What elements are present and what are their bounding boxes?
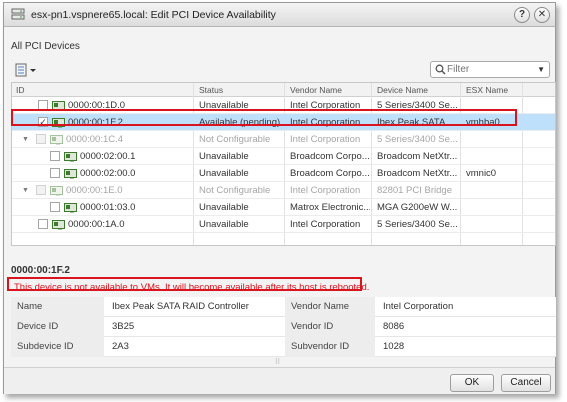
table-row[interactable]: ▼ 0000:00:1C.4 Not Configurable Intel Corp…: [12, 131, 555, 148]
dialog-title: esx-pn1.vspnere65.local: Edit PCI Device…: [31, 9, 276, 21]
property-label: Device ID: [11, 317, 104, 337]
cell-status: Unavailable: [199, 219, 249, 230]
property-value: 3B25: [104, 317, 285, 337]
table-row[interactable]: 0000:02:00.0 Unavailable Broadcom Corpo...…: [12, 165, 555, 182]
cell-status: Unavailable: [199, 151, 249, 162]
edit-pci-dialog: esx-pn1.vspnere65.local: Edit PCI Device…: [3, 2, 556, 394]
passthrough-checkbox[interactable]: [50, 168, 60, 178]
property-value: Intel Corporation: [375, 297, 556, 317]
expand-toggle-icon[interactable]: ▼: [22, 187, 29, 194]
pci-device-icon: [50, 135, 63, 145]
property-value: 2A3: [104, 337, 285, 357]
cell-vendor: Matrox Electronic...: [290, 202, 370, 213]
cell-device: MGA G200eW W...: [377, 202, 458, 213]
table-row[interactable]: ▼ 0000:00:1E.0 Not Configurable Intel Corp…: [12, 182, 555, 199]
col-header-esx[interactable]: ESX Name: [466, 85, 508, 95]
property-value: 1028: [375, 337, 556, 357]
search-icon: [435, 64, 446, 75]
dialog-titlebar[interactable]: esx-pn1.vspnere65.local: Edit PCI Device…: [4, 3, 555, 27]
pci-device-icon: [50, 186, 63, 196]
cell-status: Unavailable: [199, 202, 249, 213]
property-value: 8086: [375, 317, 556, 337]
table-row[interactable]: 0000:01:03.0 Unavailable Matrox Electronic…: [12, 199, 555, 216]
close-button[interactable]: ✕: [534, 7, 550, 23]
help-button[interactable]: ?: [514, 7, 530, 23]
cell-vendor: Intel Corporation: [290, 185, 361, 196]
cell-device: Broadcom NetXtr...: [377, 168, 458, 179]
cancel-button[interactable]: Cancel: [501, 374, 551, 392]
detail-title: 0000:00:1F.2: [11, 265, 70, 276]
device-properties: Name Ibex Peak SATA RAID Controller Vend…: [11, 297, 556, 357]
cell-vendor: Intel Corporation: [290, 134, 361, 145]
table-row[interactable]: 0000:00:1A.0 Unavailable Intel Corporation…: [12, 216, 555, 233]
cell-id: 0000:00:1A.0: [68, 219, 125, 230]
property-label: Name: [11, 297, 104, 317]
cell-id: 0000:02:00.0: [80, 168, 136, 179]
property-label: Vendor ID: [285, 317, 375, 337]
passthrough-checkbox[interactable]: [50, 202, 60, 212]
cell-id: 0000:02:00.1: [80, 151, 136, 162]
pci-device-table: ID Status Vendor Name Device Name ESX Na…: [11, 82, 556, 246]
col-header-id[interactable]: ID: [16, 85, 25, 95]
pci-device-icon: [52, 220, 65, 230]
export-list-icon[interactable]: [15, 63, 37, 77]
expand-toggle-icon[interactable]: ▼: [22, 136, 29, 143]
passthrough-checkbox[interactable]: [36, 185, 46, 195]
section-title: All PCI Devices: [11, 41, 80, 52]
filter-box[interactable]: ▼: [430, 61, 550, 78]
cell-status: Unavailable: [199, 168, 249, 179]
cell-device: 5 Series/3400 Se...: [377, 134, 458, 145]
cell-esx-name: vmnic0: [466, 168, 497, 179]
cell-device: Broadcom NetXtr...: [377, 151, 458, 162]
col-header-status[interactable]: Status: [199, 85, 223, 95]
pci-device-icon: [64, 169, 77, 179]
passthrough-checkbox[interactable]: [36, 134, 46, 144]
cell-vendor: Broadcom Corpo...: [290, 168, 370, 179]
property-value: Ibex Peak SATA RAID Controller: [104, 297, 285, 317]
col-header-device[interactable]: Device Name: [377, 85, 428, 95]
property-row: Name Ibex Peak SATA RAID Controller Vend…: [11, 297, 556, 317]
cell-id: 0000:00:1C.4: [66, 134, 124, 145]
cell-id: 0000:01:03.0: [80, 202, 136, 213]
host-icon: [11, 8, 25, 20]
property-label: Subdevice ID: [11, 337, 104, 357]
property-label: Vendor Name: [285, 297, 375, 317]
cell-vendor: Broadcom Corpo...: [290, 151, 370, 162]
message-highlight: [7, 277, 362, 291]
ok-button[interactable]: OK: [450, 374, 494, 392]
property-label: Subvendor ID: [285, 337, 375, 357]
filter-input[interactable]: [447, 63, 535, 76]
passthrough-checkbox[interactable]: [50, 151, 60, 161]
cell-device: 5 Series/3400 Se...: [377, 219, 458, 230]
pci-device-icon: [64, 152, 77, 162]
property-row: Device ID 3B25 Vendor ID 8086: [11, 317, 556, 337]
splitter-grip-icon[interactable]: ⁝⁝: [275, 357, 280, 366]
cell-status: Not Configurable: [199, 185, 271, 196]
property-row: Subdevice ID 2A3 Subvendor ID 1028: [11, 337, 556, 357]
passthrough-checkbox[interactable]: [38, 219, 48, 229]
dialog-footer: OK Cancel: [4, 367, 555, 394]
col-header-vendor[interactable]: Vendor Name: [290, 85, 342, 95]
cell-device: 82801 PCI Bridge: [377, 185, 452, 196]
cell-id: 0000:00:1E.0: [66, 185, 123, 196]
cell-vendor: Intel Corporation: [290, 219, 361, 230]
selected-row-highlight: [11, 109, 517, 126]
cell-status: Not Configurable: [199, 134, 271, 145]
filter-dropdown-icon[interactable]: ▼: [537, 65, 545, 74]
table-row[interactable]: 0000:02:00.1 Unavailable Broadcom Corpo...…: [12, 148, 555, 165]
pci-device-icon: [64, 203, 77, 213]
